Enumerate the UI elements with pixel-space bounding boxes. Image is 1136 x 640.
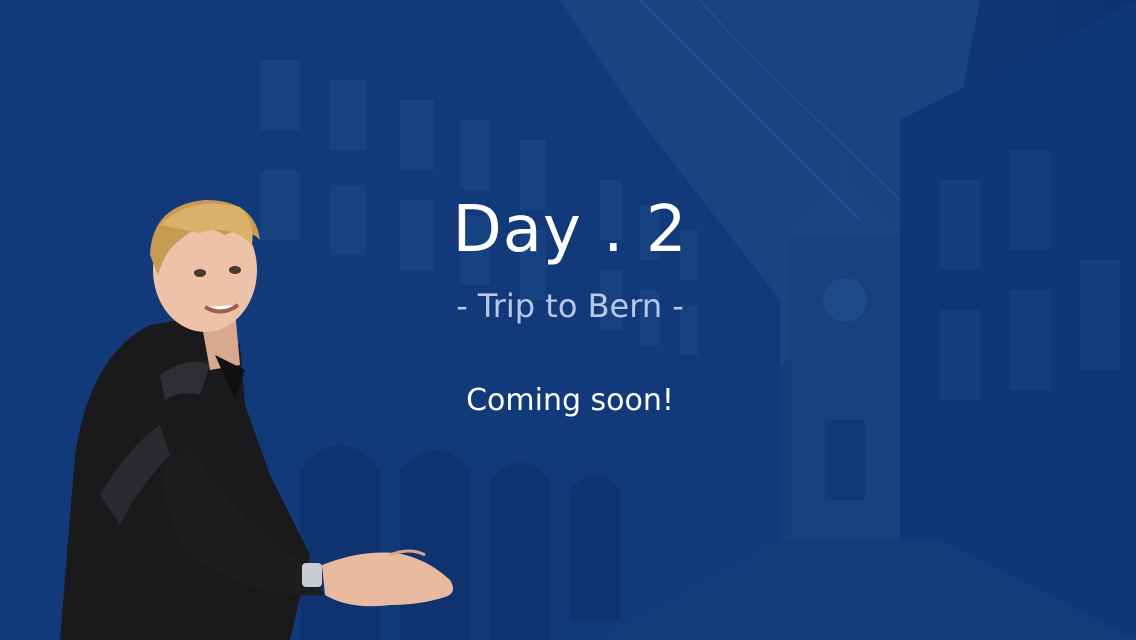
trip-subtitle: - Trip to Bern - (456, 287, 684, 325)
title-block: Day . 2 - Trip to Bern - Coming soon! (360, 185, 780, 421)
coming-soon-label: Coming soon! (466, 383, 674, 418)
day-screen: Day . 2 - Trip to Bern - Coming soon! (0, 0, 1136, 640)
day-title: Day . 2 (452, 193, 688, 267)
